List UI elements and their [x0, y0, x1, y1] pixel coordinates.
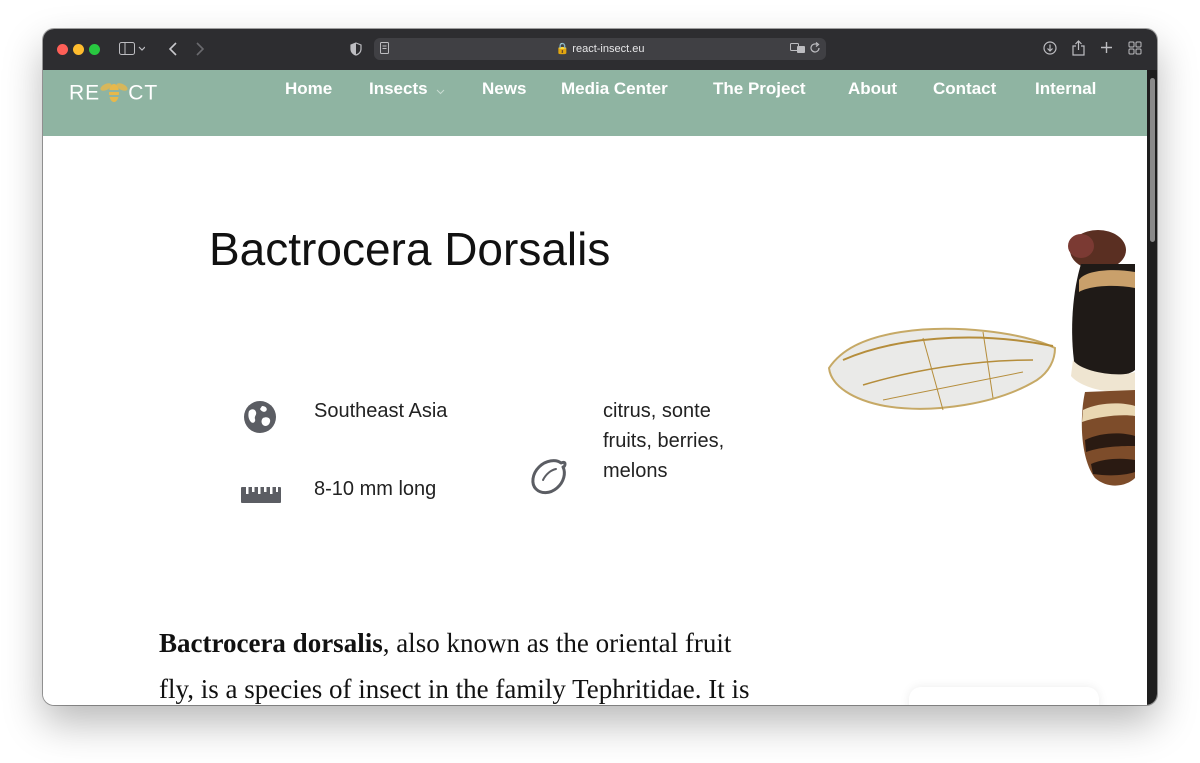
reload-icon[interactable]: [810, 42, 821, 56]
nav-internal[interactable]: Internal: [1035, 79, 1096, 99]
browser-window: 🔒 react-insect.eu RE CT Home Insects New…: [43, 29, 1157, 705]
distribution-text: Southeast Asia: [314, 400, 448, 422]
logo-text-right: CT: [128, 81, 159, 105]
species-name-bold: Bactrocera dorsalis: [159, 628, 383, 658]
downloads-icon[interactable]: [1043, 41, 1057, 57]
nav-news[interactable]: News: [482, 79, 526, 99]
scrollbar-thumb[interactable]: [1150, 78, 1155, 242]
site-logo[interactable]: RE CT: [69, 78, 158, 110]
description-line-2: fly, is a species of insect in the famil…: [159, 674, 750, 704]
share-icon[interactable]: [1072, 40, 1085, 58]
ruler-icon: [241, 483, 281, 508]
url-label: react-insect.eu: [572, 43, 645, 55]
species-description: Bactrocera dorsalis, also known as the o…: [159, 620, 799, 705]
nav-about[interactable]: About: [848, 79, 897, 99]
translate-icon[interactable]: [790, 42, 806, 57]
globe-icon: [243, 400, 277, 439]
sidebar-toggle-icon[interactable]: [119, 42, 146, 58]
url-text: 🔒 react-insect.eu: [374, 42, 826, 55]
host-line-2: fruits, berries,: [603, 430, 725, 452]
zoom-window-button[interactable]: [89, 44, 100, 55]
nav-insects-label: Insects: [369, 79, 428, 98]
bee-logo-icon: [100, 78, 128, 110]
nav-insects[interactable]: Insects: [369, 79, 445, 100]
web-page: RE CT Home Insects News Media Center The …: [43, 70, 1157, 705]
address-bar[interactable]: 🔒 react-insect.eu: [374, 38, 826, 60]
tab-overview-icon[interactable]: [1128, 41, 1142, 57]
forward-icon[interactable]: [195, 42, 205, 58]
host-plants-text: citrus, sonte fruits, berries, melons: [603, 396, 724, 486]
browser-toolbar: 🔒 react-insect.eu: [43, 29, 1157, 71]
nav-media-center[interactable]: Media Center: [561, 79, 668, 99]
insect-photo: [823, 220, 1135, 495]
privacy-shield-icon[interactable]: [350, 42, 362, 58]
close-window-button[interactable]: [57, 44, 68, 55]
lock-icon: 🔒: [555, 43, 570, 55]
host-line-1: citrus, sonte: [603, 400, 711, 422]
back-icon[interactable]: [168, 42, 178, 58]
minimize-window-button[interactable]: [73, 44, 84, 55]
floating-widget[interactable]: [909, 687, 1099, 705]
page-title: Bactrocera Dorsalis: [209, 223, 611, 275]
nav-home[interactable]: Home: [285, 79, 332, 99]
site-header: RE CT Home Insects News Media Center The …: [43, 70, 1147, 136]
new-tab-icon[interactable]: [1100, 41, 1113, 56]
nav-contact[interactable]: Contact: [933, 79, 996, 99]
page-scrollbar[interactable]: [1147, 70, 1157, 705]
nav-the-project[interactable]: The Project: [713, 79, 806, 99]
size-text: 8-10 mm long: [314, 478, 437, 500]
lemon-icon: [529, 456, 569, 501]
chevron-down-icon: [436, 80, 445, 100]
description-line-1: , also known as the oriental fruit: [382, 628, 732, 658]
logo-text-left: RE: [69, 81, 101, 105]
host-line-3: melons: [603, 460, 668, 482]
